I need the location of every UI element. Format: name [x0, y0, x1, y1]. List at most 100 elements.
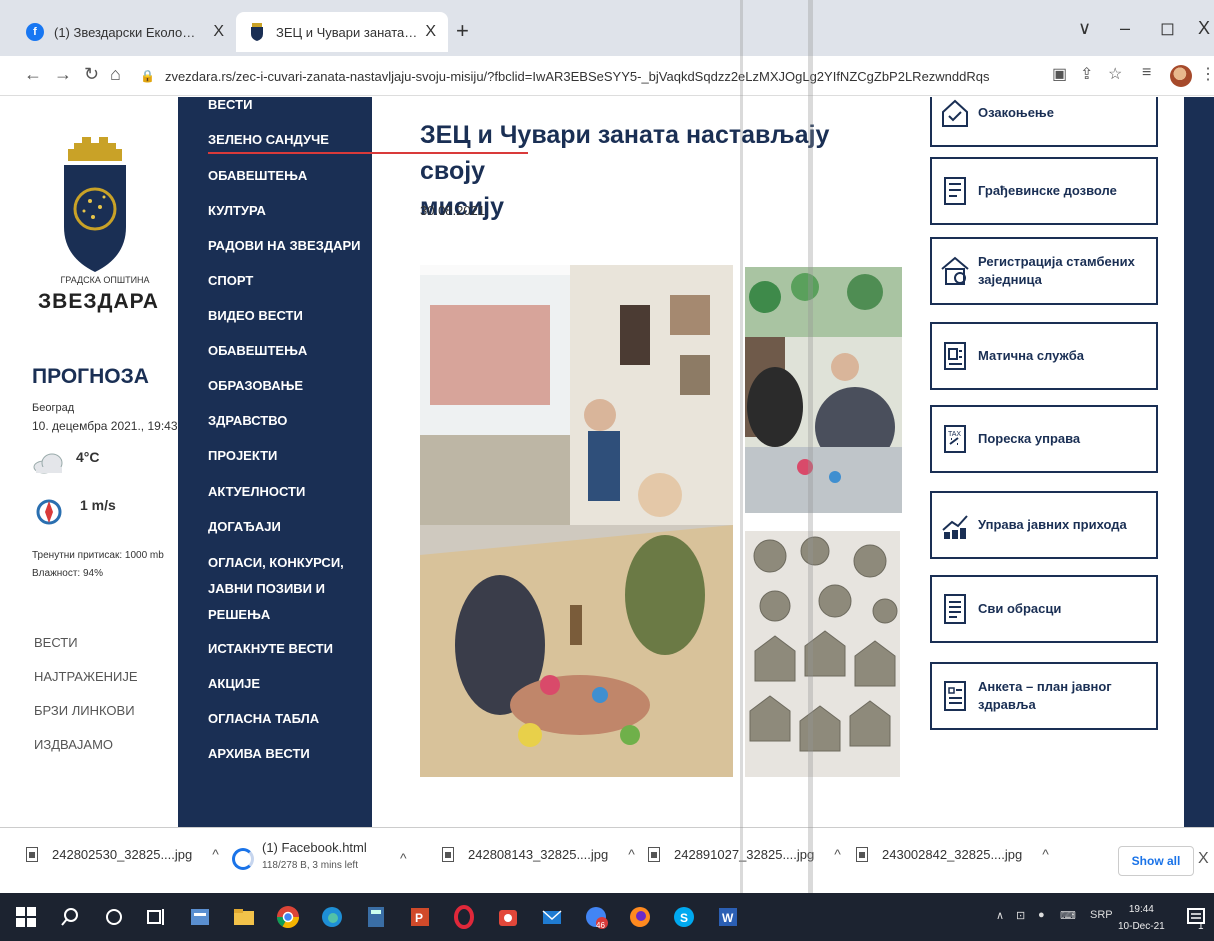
service-label: Матична служба	[978, 348, 1084, 363]
menu-item-istaknute-vesti[interactable]: ИСТАКНУТЕ ВЕСТИ	[208, 641, 333, 656]
file-explorer-icon[interactable]	[232, 905, 256, 929]
reload-icon[interactable]: ↻	[84, 64, 99, 85]
svg-text:W: W	[722, 911, 734, 925]
tray-chevron-icon[interactable]: ∧	[996, 909, 1004, 922]
service-svi-obrasci[interactable]: Сви обрасци	[930, 575, 1158, 643]
cortana-icon[interactable]	[102, 905, 126, 929]
calculator-icon[interactable]	[364, 905, 388, 929]
home-icon[interactable]: ⌂	[110, 64, 121, 85]
download-filename: (1) Facebook.html	[262, 840, 367, 855]
skype-icon[interactable]: S	[672, 905, 696, 929]
screenshot-tool-icon[interactable]	[496, 905, 520, 929]
task-view-icon[interactable]	[144, 905, 168, 929]
minimize-button[interactable]: –	[1120, 18, 1130, 39]
tab-search-icon[interactable]: ∨	[1078, 18, 1091, 39]
tab-close-icon[interactable]: X	[213, 23, 224, 41]
download-item[interactable]: 242802530_32825....jpg ^	[26, 846, 219, 862]
menu-item-radovi[interactable]: РАДОВИ НА ЗВЕЗДАРИ	[208, 238, 361, 253]
download-item[interactable]: 242808143_32825....jpg ^	[442, 846, 635, 862]
chevron-up-icon[interactable]: ^	[400, 850, 407, 866]
close-shelf-icon[interactable]: X	[1198, 850, 1209, 868]
back-icon[interactable]: ←	[24, 64, 42, 85]
service-ozakonjenje[interactable]: Озакоњење	[930, 97, 1158, 147]
service-label: Анкета – план јавног здравља	[978, 679, 1112, 712]
forecast-wind: 1 m/s	[80, 497, 116, 513]
chevron-up-icon[interactable]: ^	[834, 846, 841, 862]
menu-item-dogadjaji[interactable]: ДОГАЂАЈИ	[208, 519, 281, 534]
chevron-up-icon[interactable]: ^	[212, 846, 219, 862]
service-label: Сви обрасци	[978, 601, 1062, 616]
windows-start-icon[interactable]	[14, 905, 38, 929]
tab-zvezdara[interactable]: ЗЕЦ и Чувари заната настављај X	[236, 12, 448, 52]
action-center-icon[interactable]	[1184, 905, 1208, 929]
menu-item-projekti[interactable]: ПРОЈЕКТИ	[208, 448, 277, 463]
network-icon[interactable]: ⊡	[1016, 909, 1025, 922]
download-filename: 242891027_32825....jpg	[674, 846, 815, 862]
keyboard-icon[interactable]: ⌨	[1060, 909, 1076, 922]
tray-app-icon[interactable]: ●	[1038, 909, 1045, 921]
powerpoint-icon[interactable]: P	[408, 905, 432, 929]
menu-item-aktuelnosti[interactable]: АКТУЕЛНОСТИ	[208, 484, 305, 499]
left-link-najtrazenije[interactable]: НАЈТРАЖЕНИЈЕ	[34, 667, 138, 701]
tax-document-icon: TAX	[944, 425, 966, 453]
menu-icon[interactable]: ⋮	[1200, 64, 1214, 84]
menu-item-zdravstvo[interactable]: ЗДРАВСТВО	[208, 413, 287, 428]
word-icon[interactable]: W	[716, 905, 740, 929]
close-window-button[interactable]: X	[1198, 18, 1210, 39]
zvezdara-coat-of-arms-logo[interactable]	[60, 137, 130, 272]
service-uprava-javnih-prihoda[interactable]: Управа јавних прихода	[930, 491, 1158, 559]
left-link-vesti[interactable]: ВЕСТИ	[34, 633, 138, 667]
chrome-icon[interactable]	[276, 905, 300, 929]
download-item[interactable]: 243002842_32825....jpg ^	[856, 846, 1049, 862]
left-link-izdvajamo[interactable]: ИЗДВАЈАМО	[34, 735, 138, 769]
show-all-button[interactable]: Show all	[1118, 846, 1194, 876]
menu-item-zeleno-sanduce[interactable]: ЗЕЛЕНО САНДУЧЕ	[208, 132, 329, 147]
menu-item-obrazovanje[interactable]: ОБРАЗОВАЊЕ	[208, 378, 303, 393]
restore-button[interactable]: ◻	[1160, 18, 1175, 39]
menu-item-akcije[interactable]: АКЦИЈЕ	[208, 676, 260, 691]
tab-facebook[interactable]: f (1) Звездарски Еколошки Центр X	[14, 12, 236, 52]
menu-item-oglasna-tabla[interactable]: ОГЛАСНА ТАБЛА	[208, 711, 319, 726]
facebook-icon: f	[26, 23, 44, 41]
taskbar-clock[interactable]: 19:44 10-Dec-21	[1118, 901, 1165, 935]
menu-item-vesti[interactable]: ВЕСТИ	[208, 97, 252, 112]
share-icon[interactable]: ⇪	[1080, 64, 1093, 84]
menu-item-obavestenja-2[interactable]: ОБАВЕШТЕЊА	[208, 343, 307, 358]
service-maticna-sluzba[interactable]: Матична служба	[930, 322, 1158, 390]
address-bar[interactable]: 🔒 zvezdara.rs/zec-i-cuvari-zanata-nastav…	[140, 62, 1040, 90]
menu-item-video-vesti[interactable]: ВИДЕО ВЕСТИ	[208, 308, 303, 323]
lock-icon[interactable]: 🔒	[140, 69, 155, 83]
edge-icon[interactable]	[320, 905, 344, 929]
menu-item-arhiva-vesti[interactable]: АРХИВА ВЕСТИ	[208, 746, 310, 761]
opera-icon[interactable]	[452, 905, 476, 929]
chevron-up-icon[interactable]: ^	[1042, 846, 1049, 862]
firefox-icon[interactable]	[628, 905, 652, 929]
menu-item-oglasi-line1[interactable]: ОГЛАСИ, КОНКУРСИ,	[208, 555, 344, 570]
menu-item-sport[interactable]: СПОРТ	[208, 273, 253, 288]
translate-icon[interactable]: ▣	[1052, 64, 1067, 84]
article-photo-clay-tiles[interactable]	[745, 531, 900, 777]
service-poreska-uprava[interactable]: TAX Пореска управа	[930, 405, 1158, 473]
service-anketa[interactable]: Анкета – план јавног здравља	[930, 662, 1158, 730]
service-registracija[interactable]: Регистрација стамбених заједница	[930, 237, 1158, 305]
reading-list-icon[interactable]: ≡	[1142, 64, 1151, 82]
search-icon[interactable]	[58, 905, 82, 929]
svg-text:S: S	[680, 911, 688, 925]
service-gradjevinske-dozvole[interactable]: Грађевинске дозволе	[930, 157, 1158, 225]
forward-icon[interactable]: →	[54, 64, 72, 85]
article-photo-table[interactable]	[745, 267, 902, 513]
bookmark-star-icon[interactable]: ☆	[1108, 64, 1122, 84]
chevron-up-icon[interactable]: ^	[628, 846, 635, 862]
menu-item-oglasi-line3[interactable]: РЕШЕЊА	[208, 607, 270, 622]
app-icon[interactable]	[188, 905, 212, 929]
profile-avatar[interactable]	[1170, 65, 1192, 87]
menu-item-kultura[interactable]: КУЛТУРА	[208, 203, 266, 218]
language-indicator[interactable]: SRP	[1090, 909, 1113, 921]
menu-item-obavestenja[interactable]: ОБАВЕШТЕЊА	[208, 168, 307, 183]
left-link-brzi-linkovi[interactable]: БРЗИ ЛИНКОВИ	[34, 701, 138, 735]
article-photo-workshop[interactable]	[420, 265, 733, 777]
tab-close-icon[interactable]: X	[425, 23, 436, 41]
menu-item-oglasi-line2[interactable]: ЈАВНИ ПОЗИВИ И	[208, 581, 325, 596]
mail-icon[interactable]	[540, 905, 564, 929]
new-tab-button[interactable]: +	[456, 18, 469, 44]
